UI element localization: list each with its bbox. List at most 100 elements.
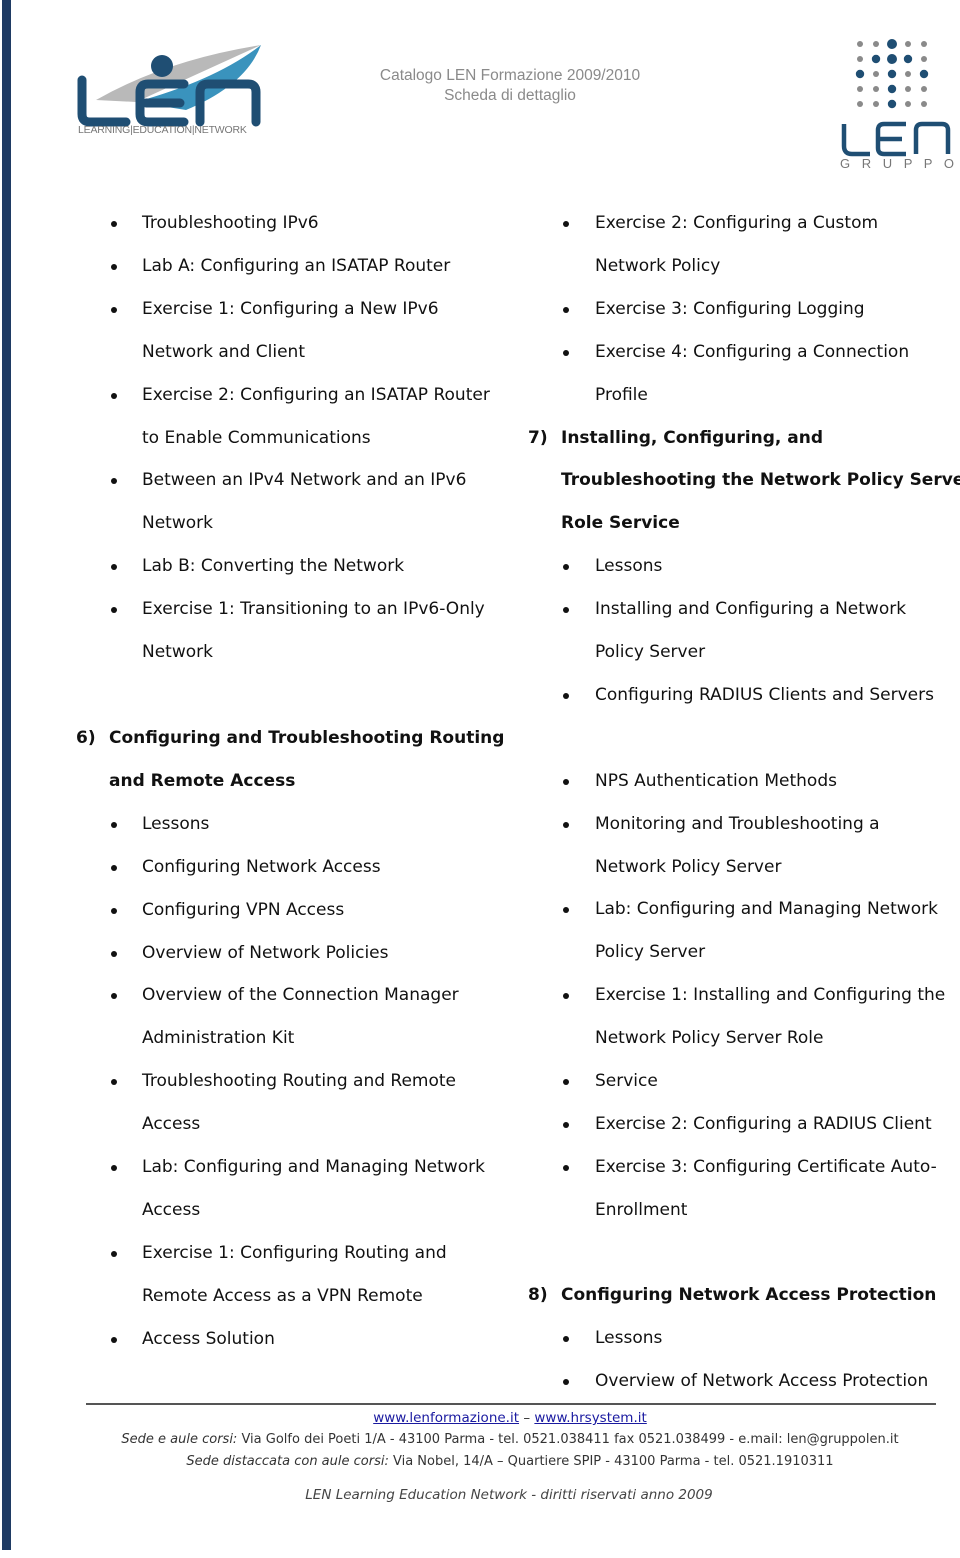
logo-dot [887,84,897,94]
logo-dot [873,71,879,77]
list-item-text: Lessons [142,813,210,834]
section-number: 8) [528,1285,548,1305]
logo-dot [857,86,863,92]
bullet-icon [563,306,569,313]
list-item-text: Network Policy [595,255,721,276]
logo-dot [873,86,879,92]
bullet-icon [563,564,569,571]
bullet-icon [563,692,569,699]
list-item-text: Access [142,1199,201,1220]
len-gruppo-logo: G R U P P O [838,36,954,172]
list-item-text: Exercise 3: Configuring Certificate Auto… [595,1156,937,1177]
list-item-text: Exercise 4: Configuring a Connection [595,341,910,362]
logo-dot [871,54,881,64]
bullet-icon [563,821,569,828]
bullet-icon [111,564,117,571]
bullet-icon [563,1121,569,1128]
footer-address-branch: Sede distaccata con aule corsi: Via Nobe… [0,1454,960,1469]
logo-dot [921,41,927,47]
list-item-text: Lab A: Configuring an ISATAP Router [142,255,451,276]
footer-divider [86,1403,936,1405]
bullet-icon [111,1250,117,1257]
bullet-icon [111,607,117,614]
logo-dot [873,41,879,47]
list-item-text: Exercise 2: Configuring an ISATAP Router [142,384,490,405]
list-item-text: Policy Server [595,942,706,963]
list-item-text: Remote Access as a VPN Remote [142,1285,423,1306]
section-number: 7) [528,427,548,448]
catalog-subtitle: Scheda di dettaglio [444,87,576,104]
branch-text: Via Nobel, 14/A – Quartiere SPIP - 43100… [388,1454,834,1469]
bullet-icon [111,478,117,485]
list-item-text: Exercise 1: Transitioning to an IPv6-Onl… [142,599,485,620]
bullet-icon [111,864,117,871]
logo-dot [887,99,897,109]
document-header-title: Catalogo LEN Formazione 2009/2010 Scheda… [340,66,680,106]
list-item-text: Overview of the Connection Manager [142,985,459,1006]
bullet-icon [111,950,117,957]
list-item-text: Lab: Configuring and Managing Network [142,1157,485,1177]
bullet-icon [111,392,117,399]
list-item-text: Lessons [595,1327,663,1348]
list-item-text: Exercise 2: Configuring a RADIUS Client [595,1113,932,1134]
list-item-text: Network Policy Server [595,856,782,877]
list-item-text: Configuring RADIUS Clients and Servers [595,684,934,705]
bullet-icon [111,907,117,914]
list-item-text: Exercise 2: Configuring a Custom [595,213,879,233]
logo-dot [921,56,927,62]
hrsystem-link[interactable]: www.hrsystem.it [534,1410,646,1426]
bullet-icon [111,821,117,828]
list-item-text: Overview of Network Access Protection [595,1370,929,1391]
list-item-text: Installing and Configuring a Network [595,599,907,620]
bullet-icon [111,1165,117,1171]
section-title-line: Troubleshooting the Network Policy Serve… [561,470,960,491]
bullet-icon [563,1378,569,1385]
bullet-icon [563,1079,569,1085]
list-item-text: Service [595,1071,658,1091]
logo-dot [887,39,897,49]
footer-address-main: Sede e aule corsi: Via Golfo dei Poeti 1… [0,1432,960,1447]
bullet-icon [111,993,117,1000]
list-item-text: Network Policy Server Role [595,1028,824,1049]
bullet-icon [563,778,569,785]
logo-dot [921,101,927,107]
list-item-text: Exercise 1: Configuring Routing and [142,1242,447,1263]
logo-gruppo-caption: G R U P P O [840,156,958,171]
list-item-text: Network [142,642,213,662]
logo-dot [919,69,929,79]
list-item-text: Exercise 3: Configuring Logging [595,298,865,319]
section-number: 6) [76,728,96,748]
logo-dot [873,101,879,107]
list-item-text: Overview of Network Policies [142,942,389,963]
logo-dot [905,101,911,107]
logo-dot [905,41,911,47]
link-separator: – [519,1410,535,1426]
logo-dot [905,71,911,77]
address-label: Sede e aule corsi: [121,1432,238,1447]
list-item-text: to Enable Communications [142,427,371,448]
list-item-text: Network and Client [142,341,305,362]
logo-dot [887,69,897,79]
list-item-text: Lessons [595,556,663,577]
logo-dot [855,69,865,79]
bullet-icon [563,1164,569,1171]
catalog-title: Catalogo LEN Formazione 2009/2010 [379,67,641,84]
logo-dot [887,54,897,64]
logo-caption: LEARNING|EDUCATION|NETWORK [78,124,247,136]
page-left-border [2,0,11,1550]
list-item-text: NPS Authentication Methods [595,770,837,791]
list-item-text: Profile [595,384,648,405]
list-item-text: Configuring Network Access [142,856,381,877]
list-item-text: Between an IPv4 Network and an IPv6 [142,470,467,491]
bullet-icon [111,306,117,313]
logo-dot [921,86,927,92]
list-item-text: Troubleshooting IPv6 [142,213,319,233]
bullet-icon [111,221,117,227]
bullet-icon [563,907,569,914]
address-text: Via Golfo dei Poeti 1/A - 43100 Parma - … [237,1432,899,1447]
branch-label: Sede distaccata con aule corsi: [186,1454,389,1469]
list-item-text: Lab: Configuring and Managing Network [595,899,938,920]
lenformazione-link[interactable]: www.lenformazione.it [373,1410,519,1426]
list-item-text: Exercise 1: Installing and Configuring t… [595,985,946,1006]
bullet-icon [563,993,569,1000]
